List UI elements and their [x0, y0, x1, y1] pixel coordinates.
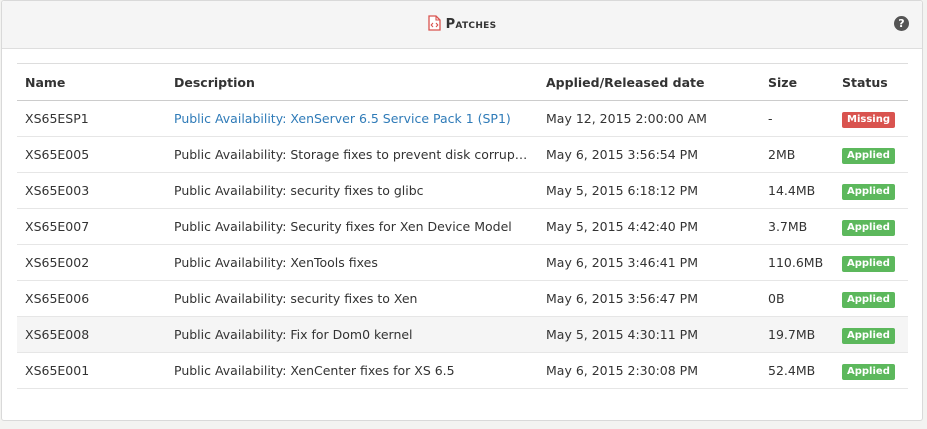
patch-name: XS65E001 [17, 352, 166, 389]
column-header-date[interactable]: Applied/Released date [538, 63, 760, 101]
table-row[interactable]: XS65ESP1 Public Availability: XenServer … [17, 100, 908, 137]
panel-title-text: Patches [445, 17, 497, 32]
patch-date: May 6, 2015 3:56:47 PM [538, 280, 760, 317]
patch-date: May 6, 2015 2:30:08 PM [538, 352, 760, 389]
status-cell: Applied [834, 280, 908, 317]
table-row[interactable]: XS65E002 Public Availability: XenTools f… [17, 244, 908, 281]
patch-description: Public Availability: XenCenter fixes for… [166, 352, 538, 389]
patch-name: XS65E005 [17, 136, 166, 173]
patch-description-link[interactable]: Public Availability: XenServer 6.5 Servi… [166, 100, 538, 137]
status-badge: Applied [842, 291, 895, 308]
patch-size: - [760, 100, 834, 137]
table-row[interactable]: XS65E003 Public Availability: security f… [17, 172, 908, 209]
patch-description: Public Availability: Fix for Dom0 kernel [166, 316, 538, 353]
patches-table: Name Description Applied/Released date S… [17, 63, 908, 389]
table-row[interactable]: XS65E005 Public Availability: Storage fi… [17, 136, 908, 173]
table-row[interactable]: XS65E001 Public Availability: XenCenter … [17, 352, 908, 389]
status-cell: Applied [834, 244, 908, 281]
patch-date: May 5, 2015 4:42:40 PM [538, 208, 760, 245]
status-badge: Applied [842, 219, 895, 236]
patch-description: Public Availability: security fixes to X… [166, 280, 538, 317]
patch-size: 0B [760, 280, 834, 317]
status-badge: Applied [842, 327, 895, 344]
table-row[interactable]: XS65E006 Public Availability: security f… [17, 280, 908, 317]
status-cell: Applied [834, 352, 908, 389]
patch-name: XS65E006 [17, 280, 166, 317]
patch-description: Public Availability: XenTools fixes [166, 244, 538, 281]
column-header-status[interactable]: Status [834, 63, 908, 101]
column-header-size[interactable]: Size [760, 63, 834, 101]
status-cell: Applied [834, 208, 908, 245]
patch-date: May 6, 2015 3:46:41 PM [538, 244, 760, 281]
table-header-row: Name Description Applied/Released date S… [17, 63, 908, 101]
status-badge: Applied [842, 363, 895, 380]
patch-size: 3.7MB [760, 208, 834, 245]
patch-date: May 12, 2015 2:00:00 AM [538, 100, 760, 137]
help-icon[interactable]: ? [894, 16, 909, 31]
patch-size: 14.4MB [760, 172, 834, 209]
patch-description: Public Availability: security fixes to g… [166, 172, 538, 209]
patch-size: 110.6MB [760, 244, 834, 281]
patch-name: XS65E002 [17, 244, 166, 281]
status-badge: Applied [842, 147, 895, 164]
status-cell: Missing [834, 100, 908, 137]
column-header-name[interactable]: Name [17, 63, 166, 101]
patch-date: May 5, 2015 4:30:11 PM [538, 316, 760, 353]
patch-name: XS65E003 [17, 172, 166, 209]
status-badge: Missing [842, 111, 895, 128]
patches-panel: Patches ? Name Description Applied/Relea… [1, 0, 923, 421]
patch-size: 52.4MB [760, 352, 834, 389]
patch-description: Public Availability: Storage fixes to pr… [166, 136, 538, 173]
patch-description-link-text[interactable]: Public Availability: XenServer 6.5 Servi… [174, 111, 511, 126]
table-row[interactable]: XS65E008 Public Availability: Fix for Do… [17, 316, 908, 353]
status-cell: Applied [834, 136, 908, 173]
patch-description: Public Availability: Security fixes for … [166, 208, 538, 245]
panel-header: Patches ? [2, 1, 922, 49]
patch-name: XS65E007 [17, 208, 166, 245]
file-code-icon [427, 15, 441, 35]
table-row[interactable]: XS65E007 Public Availability: Security f… [17, 208, 908, 245]
patch-date: May 6, 2015 3:56:54 PM [538, 136, 760, 173]
patch-date: May 5, 2015 6:18:12 PM [538, 172, 760, 209]
status-cell: Applied [834, 172, 908, 209]
patch-size: 2MB [760, 136, 834, 173]
patch-name: XS65E008 [17, 316, 166, 353]
column-header-description[interactable]: Description [166, 63, 538, 101]
status-cell: Applied [834, 316, 908, 353]
status-badge: Applied [842, 255, 895, 272]
panel-title: Patches [2, 15, 922, 35]
patch-name: XS65ESP1 [17, 100, 166, 137]
patch-size: 19.7MB [760, 316, 834, 353]
status-badge: Applied [842, 183, 895, 200]
